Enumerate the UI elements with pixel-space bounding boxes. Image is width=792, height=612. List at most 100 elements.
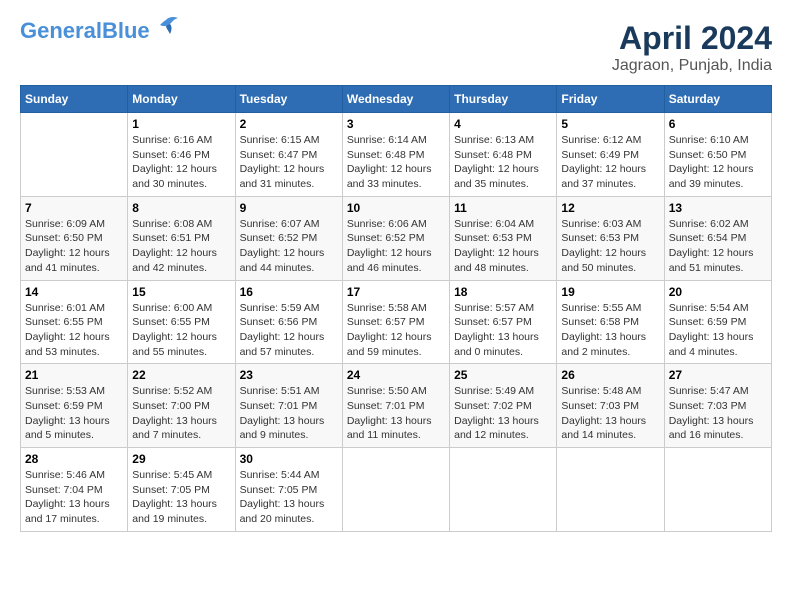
day-number: 27 xyxy=(669,368,767,382)
calendar-cell: 15 Sunrise: 6:00 AM Sunset: 6:55 PM Dayli… xyxy=(128,280,235,364)
calendar-cell: 23 Sunrise: 5:51 AM Sunset: 7:01 PM Dayli… xyxy=(235,364,342,448)
day-number: 1 xyxy=(132,117,230,131)
day-info: Sunrise: 5:48 AM Sunset: 7:03 PM Dayligh… xyxy=(561,384,659,443)
day-number: 4 xyxy=(454,117,552,131)
day-number: 6 xyxy=(669,117,767,131)
calendar-cell: 16Sunrise: 5:59 AM Sunset: 6:56 PM Dayli… xyxy=(235,280,342,364)
day-info: Sunrise: 5:53 AM Sunset: 6:59 PM Dayligh… xyxy=(25,384,123,443)
weekday-header-monday: Monday xyxy=(128,86,235,113)
calendar-cell: 28 Sunrise: 5:46 AM Sunset: 7:04 PM Dayli… xyxy=(21,448,128,532)
calendar-week-row: 28 Sunrise: 5:46 AM Sunset: 7:04 PM Dayli… xyxy=(21,448,772,532)
day-info: Sunrise: 6:00 AM Sunset: 6:55 PM Dayligh… xyxy=(132,301,230,360)
calendar-week-row: 1 Sunrise: 6:16 AM Sunset: 6:46 PM Daylig… xyxy=(21,113,772,197)
day-number: 24 xyxy=(347,368,445,382)
calendar-cell xyxy=(664,448,771,532)
calendar-cell: 6 Sunrise: 6:10 AM Sunset: 6:50 PM Daylig… xyxy=(664,113,771,197)
day-info: Sunrise: 5:44 AM Sunset: 7:05 PM Dayligh… xyxy=(240,468,338,527)
calendar-cell: 11 Sunrise: 6:04 AM Sunset: 6:53 PM Dayli… xyxy=(450,196,557,280)
calendar-cell: 22Sunrise: 5:52 AM Sunset: 7:00 PM Dayli… xyxy=(128,364,235,448)
day-info: Sunrise: 5:49 AM Sunset: 7:02 PM Dayligh… xyxy=(454,384,552,443)
calendar-cell: 2Sunrise: 6:15 AM Sunset: 6:47 PM Daylig… xyxy=(235,113,342,197)
day-number: 10 xyxy=(347,201,445,215)
day-info: Sunrise: 5:51 AM Sunset: 7:01 PM Dayligh… xyxy=(240,384,338,443)
day-number: 28 xyxy=(25,452,123,466)
calendar-cell: 18 Sunrise: 5:57 AM Sunset: 6:57 PM Dayli… xyxy=(450,280,557,364)
day-info: Sunrise: 5:59 AM Sunset: 6:56 PM Dayligh… xyxy=(240,301,338,360)
calendar-cell: 8 Sunrise: 6:08 AM Sunset: 6:51 PM Daylig… xyxy=(128,196,235,280)
calendar-title: April 2024 xyxy=(612,20,772,57)
day-number: 5 xyxy=(561,117,659,131)
day-number: 3 xyxy=(347,117,445,131)
calendar-cell: 21 Sunrise: 5:53 AM Sunset: 6:59 PM Dayli… xyxy=(21,364,128,448)
day-number: 7 xyxy=(25,201,123,215)
day-info: Sunrise: 6:13 AM Sunset: 6:48 PM Dayligh… xyxy=(454,133,552,192)
day-info: Sunrise: 6:10 AM Sunset: 6:50 PM Dayligh… xyxy=(669,133,767,192)
day-info: Sunrise: 6:12 AM Sunset: 6:49 PM Dayligh… xyxy=(561,133,659,192)
calendar-cell: 5 Sunrise: 6:12 AM Sunset: 6:49 PM Daylig… xyxy=(557,113,664,197)
day-number: 15 xyxy=(132,285,230,299)
calendar-cell: 20 Sunrise: 5:54 AM Sunset: 6:59 PM Dayli… xyxy=(664,280,771,364)
day-info: Sunrise: 6:07 AM Sunset: 6:52 PM Dayligh… xyxy=(240,217,338,276)
day-number: 14 xyxy=(25,285,123,299)
calendar-cell: 4 Sunrise: 6:13 AM Sunset: 6:48 PM Daylig… xyxy=(450,113,557,197)
day-number: 17 xyxy=(347,285,445,299)
day-info: Sunrise: 5:54 AM Sunset: 6:59 PM Dayligh… xyxy=(669,301,767,360)
day-number: 29 xyxy=(132,452,230,466)
day-info: Sunrise: 5:47 AM Sunset: 7:03 PM Dayligh… xyxy=(669,384,767,443)
day-number: 30 xyxy=(240,452,338,466)
calendar-cell xyxy=(450,448,557,532)
weekday-header-wednesday: Wednesday xyxy=(342,86,449,113)
day-info: Sunrise: 5:50 AM Sunset: 7:01 PM Dayligh… xyxy=(347,384,445,443)
calendar-table: SundayMondayTuesdayWednesdayThursdayFrid… xyxy=(20,85,772,532)
day-info: Sunrise: 6:04 AM Sunset: 6:53 PM Dayligh… xyxy=(454,217,552,276)
calendar-cell: 24 Sunrise: 5:50 AM Sunset: 7:01 PM Dayli… xyxy=(342,364,449,448)
calendar-cell: 26 Sunrise: 5:48 AM Sunset: 7:03 PM Dayli… xyxy=(557,364,664,448)
day-number: 11 xyxy=(454,201,552,215)
weekday-header-sunday: Sunday xyxy=(21,86,128,113)
calendar-cell: 12Sunrise: 6:03 AM Sunset: 6:53 PM Dayli… xyxy=(557,196,664,280)
day-number: 23 xyxy=(240,368,338,382)
calendar-cell: 29 Sunrise: 5:45 AM Sunset: 7:05 PM Dayli… xyxy=(128,448,235,532)
calendar-week-row: 21 Sunrise: 5:53 AM Sunset: 6:59 PM Dayli… xyxy=(21,364,772,448)
calendar-cell: 14 Sunrise: 6:01 AM Sunset: 6:55 PM Dayli… xyxy=(21,280,128,364)
calendar-cell: 27 Sunrise: 5:47 AM Sunset: 7:03 PM Dayli… xyxy=(664,364,771,448)
calendar-cell: 1 Sunrise: 6:16 AM Sunset: 6:46 PM Daylig… xyxy=(128,113,235,197)
calendar-cell: 13 Sunrise: 6:02 AM Sunset: 6:54 PM Dayli… xyxy=(664,196,771,280)
day-info: Sunrise: 6:09 AM Sunset: 6:50 PM Dayligh… xyxy=(25,217,123,276)
weekday-header-friday: Friday xyxy=(557,86,664,113)
day-info: Sunrise: 6:03 AM Sunset: 6:53 PM Dayligh… xyxy=(561,217,659,276)
calendar-cell: 10 Sunrise: 6:06 AM Sunset: 6:52 PM Dayli… xyxy=(342,196,449,280)
weekday-header-thursday: Thursday xyxy=(450,86,557,113)
calendar-cell: 30 Sunrise: 5:44 AM Sunset: 7:05 PM Dayli… xyxy=(235,448,342,532)
calendar-cell: 19Sunrise: 5:55 AM Sunset: 6:58 PM Dayli… xyxy=(557,280,664,364)
day-info: Sunrise: 5:46 AM Sunset: 7:04 PM Dayligh… xyxy=(25,468,123,527)
day-info: Sunrise: 6:15 AM Sunset: 6:47 PM Dayligh… xyxy=(240,133,338,192)
day-info: Sunrise: 5:58 AM Sunset: 6:57 PM Dayligh… xyxy=(347,301,445,360)
day-number: 20 xyxy=(669,285,767,299)
calendar-cell: 25 Sunrise: 5:49 AM Sunset: 7:02 PM Dayli… xyxy=(450,364,557,448)
day-info: Sunrise: 6:08 AM Sunset: 6:51 PM Dayligh… xyxy=(132,217,230,276)
day-info: Sunrise: 5:57 AM Sunset: 6:57 PM Dayligh… xyxy=(454,301,552,360)
logo-text: GeneralBlue xyxy=(20,20,150,42)
day-info: Sunrise: 6:16 AM Sunset: 6:46 PM Dayligh… xyxy=(132,133,230,192)
day-number: 21 xyxy=(25,368,123,382)
calendar-cell: 7 Sunrise: 6:09 AM Sunset: 6:50 PM Daylig… xyxy=(21,196,128,280)
day-number: 25 xyxy=(454,368,552,382)
day-number: 9 xyxy=(240,201,338,215)
day-number: 18 xyxy=(454,285,552,299)
logo-bird-icon xyxy=(152,16,180,38)
day-number: 13 xyxy=(669,201,767,215)
day-info: Sunrise: 6:01 AM Sunset: 6:55 PM Dayligh… xyxy=(25,301,123,360)
calendar-cell xyxy=(557,448,664,532)
calendar-cell: 17 Sunrise: 5:58 AM Sunset: 6:57 PM Dayli… xyxy=(342,280,449,364)
day-info: Sunrise: 6:14 AM Sunset: 6:48 PM Dayligh… xyxy=(347,133,445,192)
calendar-cell xyxy=(342,448,449,532)
day-info: Sunrise: 6:06 AM Sunset: 6:52 PM Dayligh… xyxy=(347,217,445,276)
day-number: 8 xyxy=(132,201,230,215)
day-info: Sunrise: 5:52 AM Sunset: 7:00 PM Dayligh… xyxy=(132,384,230,443)
day-info: Sunrise: 5:45 AM Sunset: 7:05 PM Dayligh… xyxy=(132,468,230,527)
day-info: Sunrise: 6:02 AM Sunset: 6:54 PM Dayligh… xyxy=(669,217,767,276)
title-area: April 2024 Jagraon, Punjab, India xyxy=(612,20,772,75)
calendar-subtitle: Jagraon, Punjab, India xyxy=(612,57,772,75)
day-number: 26 xyxy=(561,368,659,382)
